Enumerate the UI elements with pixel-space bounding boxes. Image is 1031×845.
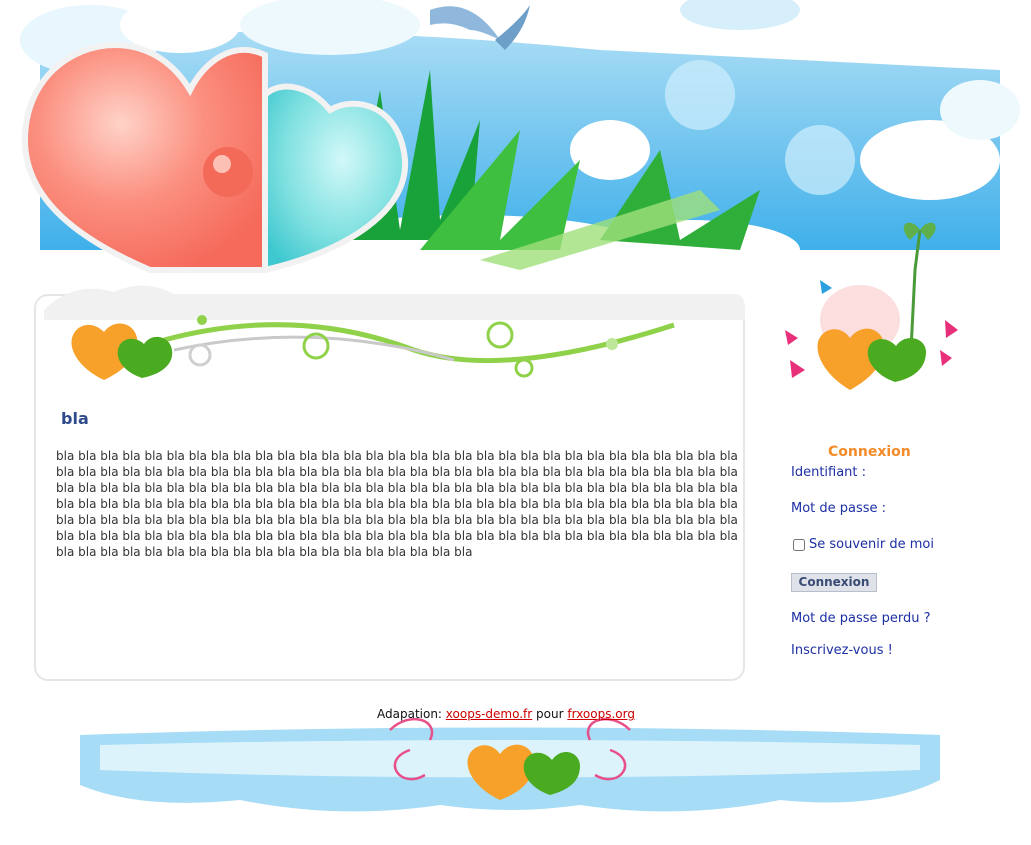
- password-label[interactable]: Mot de passe :: [791, 501, 886, 516]
- footer-link-xoops-demo[interactable]: xoops-demo.fr: [446, 707, 532, 721]
- footer-prefix: Adapation:: [377, 707, 446, 721]
- sidebar-decoration: [770, 210, 970, 400]
- remember-me-label: Se souvenir de moi: [809, 537, 934, 552]
- login-button[interactable]: Connexion: [791, 573, 877, 592]
- register-link[interactable]: Inscrivez-vous !: [791, 643, 893, 658]
- remember-me[interactable]: Se souvenir de moi: [791, 537, 934, 552]
- content-header-decoration: [34, 280, 745, 390]
- login-title: Connexion: [828, 444, 911, 460]
- username-label[interactable]: Identifiant :: [791, 465, 866, 480]
- remember-me-checkbox[interactable]: [793, 538, 805, 551]
- footer-middle: pour: [532, 707, 568, 721]
- content-body: bla bla bla bla bla bla bla bla bla bla …: [56, 449, 738, 559]
- content-title: bla: [61, 409, 89, 428]
- footer-credit: Adapation: xoops-demo.fr pour frxoops.or…: [377, 707, 635, 721]
- lost-password-link[interactable]: Mot de passe perdu ?: [791, 611, 931, 626]
- footer-link-frxoops[interactable]: frxoops.org: [567, 707, 635, 721]
